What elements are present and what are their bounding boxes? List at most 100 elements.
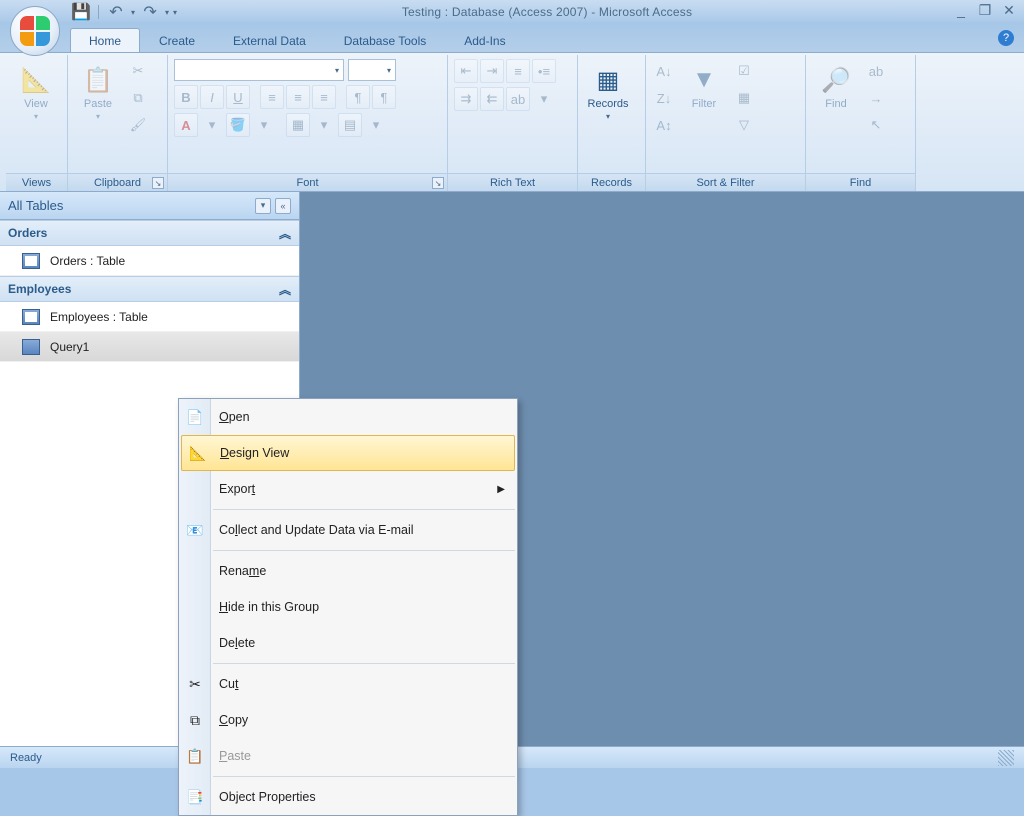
replace-button[interactable]: ab [864, 59, 888, 83]
window-title: Testing : Database (Access 2007) - Micro… [70, 5, 1024, 19]
tab-database-tools[interactable]: Database Tools [325, 28, 446, 52]
close-button[interactable]: ✕ [1000, 2, 1018, 18]
menu-design-view[interactable]: 📐 Design View [181, 435, 515, 471]
toggle-filter-button[interactable]: ▽ [732, 113, 756, 137]
collapse-icon: ︽ [279, 225, 291, 242]
menu-cut[interactable]: ✂ Cut [179, 666, 517, 702]
chevron-down-icon: ▾ [96, 112, 100, 121]
cut-button[interactable]: ✂ [126, 59, 150, 83]
menu-collect-update[interactable]: 📧 Collect and Update Data via E-mail [179, 512, 517, 548]
format-painter-button[interactable]: 🖌 [126, 113, 150, 137]
align-center-button[interactable]: ≡ [286, 85, 310, 109]
find-button[interactable]: 🔎 Find [812, 59, 860, 147]
align-left-button[interactable]: ≡ [260, 85, 284, 109]
alt-row-button[interactable]: ▤ [338, 113, 362, 137]
nav-group-orders[interactable]: Orders ︽ [0, 220, 299, 246]
group-label-sort-filter: Sort & Filter [646, 173, 805, 191]
menu-separator [213, 663, 515, 664]
highlight-button[interactable]: ab [506, 87, 530, 111]
undo-menu-icon[interactable]: ▾ [131, 8, 135, 17]
sort-desc-button[interactable]: Z↓ [652, 86, 676, 110]
save-button[interactable]: 💾 [70, 3, 92, 21]
menu-hide[interactable]: Hide in this Group [179, 589, 517, 625]
view-button[interactable]: 📐 View ▾ [12, 59, 60, 147]
nav-pane-header[interactable]: All Tables ▾ « [0, 192, 299, 220]
italic-button[interactable]: I [200, 85, 224, 109]
tab-home[interactable]: Home [70, 28, 140, 52]
group-clipboard: 📋 Paste ▾ ✂ ⧉ 🖌 Clipboard↘ [68, 55, 168, 191]
alt-row-menu[interactable]: ▾ [364, 113, 388, 137]
bullets-button[interactable]: •≡ [532, 59, 556, 83]
gridlines-button[interactable]: ▦ [286, 113, 310, 137]
records-label: Records [588, 98, 629, 110]
nav-pane-title: All Tables [8, 198, 63, 213]
nav-item-orders-table[interactable]: Orders : Table [0, 246, 299, 276]
font-color-button[interactable]: A [174, 113, 198, 137]
dialog-launcher-icon[interactable]: ↘ [432, 177, 444, 189]
group-label-find: Find [806, 173, 915, 191]
underline-button[interactable]: U [226, 85, 250, 109]
redo-button[interactable]: ↷ [139, 3, 161, 21]
context-menu: 📄 Open 📐 Design View Export ▶ 📧 Collect … [178, 398, 518, 816]
paste-button[interactable]: 📋 Paste ▾ [74, 59, 122, 147]
fill-color-button[interactable]: 🪣 [226, 113, 250, 137]
nav-group-label: Orders [8, 226, 47, 240]
redo-menu-icon[interactable]: ▾ [165, 8, 169, 17]
ribbon: 📐 View ▾ Views 📋 Paste ▾ ✂ ⧉ 🖌 Clipboard… [0, 52, 1024, 192]
select-button[interactable]: ↖ [864, 113, 888, 137]
collect-icon: 📧 [186, 521, 204, 539]
menu-copy[interactable]: ⧉ Copy [179, 702, 517, 738]
font-name-combo[interactable]: ▾ [174, 59, 344, 81]
office-button[interactable] [10, 6, 60, 56]
nav-item-employees-table[interactable]: Employees : Table [0, 302, 299, 332]
tab-create[interactable]: Create [140, 28, 214, 52]
menu-rename[interactable]: Rename [179, 553, 517, 589]
nav-group-employees[interactable]: Employees ︽ [0, 276, 299, 302]
resize-grip-icon[interactable] [998, 750, 1014, 766]
fill-color-menu[interactable]: ▾ [252, 113, 276, 137]
sort-asc-button[interactable]: A↓ [652, 59, 676, 83]
quick-access-toolbar: 💾 ↶ ▾ ↷ ▾ ▾ [70, 3, 177, 21]
increase-indent-button[interactable]: ⇥ [480, 59, 504, 83]
menu-object-properties[interactable]: 📑 Object Properties [179, 779, 517, 815]
qat-separator [98, 5, 99, 19]
clear-sort-button[interactable]: A↕ [652, 113, 676, 137]
ltr-button[interactable]: ¶ [346, 85, 370, 109]
selection-filter-button[interactable]: ☑ [732, 59, 756, 83]
chevron-down-icon: ▾ [606, 112, 610, 121]
rtl-button[interactable]: ¶ [372, 85, 396, 109]
numbering-button[interactable]: ≡ [506, 59, 530, 83]
dialog-launcher-icon[interactable]: ↘ [152, 177, 164, 189]
undo-button[interactable]: ↶ [105, 3, 127, 21]
nav-item-query1[interactable]: Query1 [0, 332, 299, 362]
text-rtl-button[interactable]: ⇇ [480, 87, 504, 111]
menu-export[interactable]: Export ▶ [179, 471, 517, 507]
highlight-menu[interactable]: ▾ [532, 87, 556, 111]
bold-button[interactable]: B [174, 85, 198, 109]
nav-menu-button[interactable]: ▾ [255, 198, 271, 214]
advanced-filter-button[interactable]: ▦ [732, 86, 756, 110]
menu-open[interactable]: 📄 Open [179, 399, 517, 435]
align-right-button[interactable]: ≡ [312, 85, 336, 109]
menu-delete[interactable]: Delete [179, 625, 517, 661]
font-color-menu[interactable]: ▾ [200, 113, 224, 137]
group-sort-filter: A↓ Z↓ A↕ ▼ Filter ☑ ▦ ▽ Sort & Filter [646, 55, 806, 191]
table-icon [22, 309, 40, 325]
minimize-button[interactable]: _ [952, 2, 970, 18]
records-button[interactable]: ▦ Records ▾ [584, 59, 632, 147]
copy-button[interactable]: ⧉ [126, 86, 150, 110]
nav-item-label: Orders : Table [50, 254, 125, 268]
gridlines-menu[interactable]: ▾ [312, 113, 336, 137]
help-icon[interactable]: ? [998, 30, 1014, 46]
font-size-combo[interactable]: ▾ [348, 59, 396, 81]
decrease-indent-button[interactable]: ⇤ [454, 59, 478, 83]
tab-external-data[interactable]: External Data [214, 28, 325, 52]
restore-button[interactable]: ❐ [976, 2, 994, 18]
goto-button[interactable]: → [864, 86, 888, 110]
submenu-arrow-icon: ▶ [497, 484, 505, 495]
qat-customize-icon[interactable]: ▾ [173, 8, 177, 17]
text-ltr-button[interactable]: ⇉ [454, 87, 478, 111]
tab-add-ins[interactable]: Add-Ins [445, 28, 524, 52]
nav-collapse-button[interactable]: « [275, 198, 291, 214]
filter-button[interactable]: ▼ Filter [680, 59, 728, 147]
